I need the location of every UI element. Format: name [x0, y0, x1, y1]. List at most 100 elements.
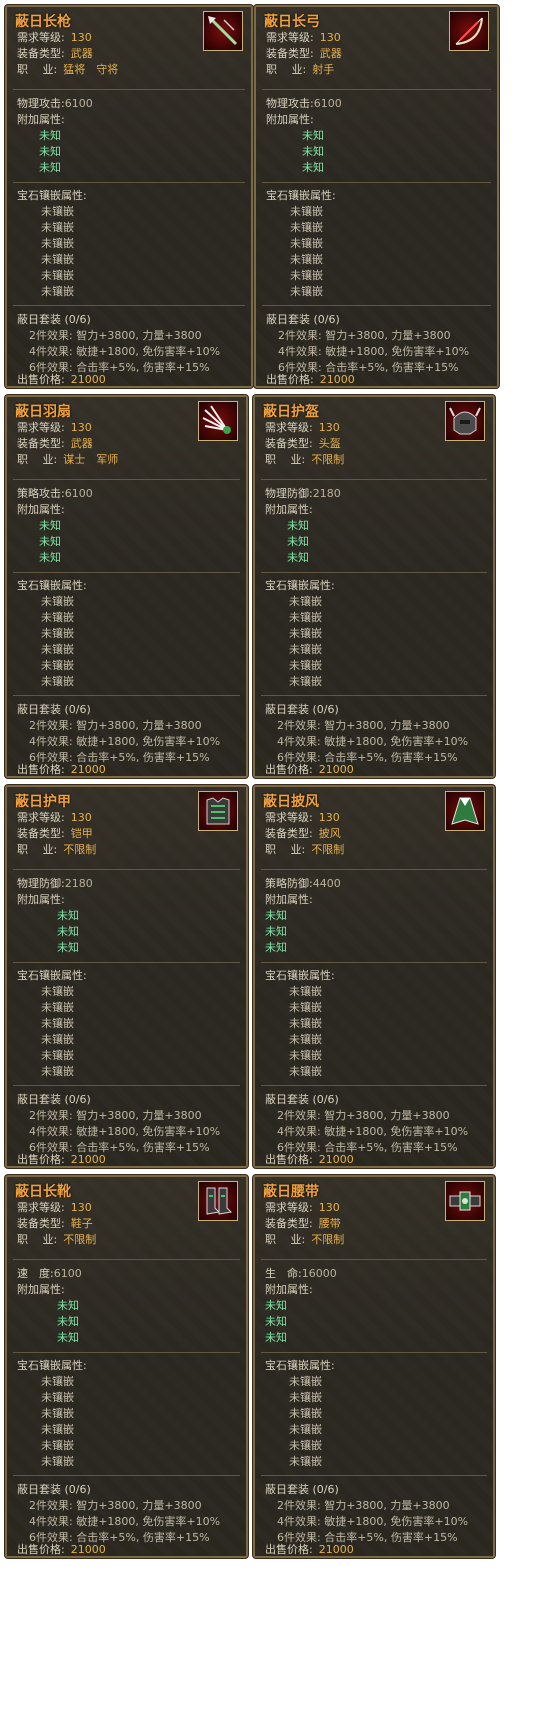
extra-attr-unknown: 未知: [265, 1331, 287, 1344]
item-card-bow[interactable]: 蔽日长弓 需求等级: 130 装备类型: 武器 职 业: 射手 物理攻击:6100 附…: [254, 5, 499, 388]
equip-type-row: 装备类型: 鞋子: [17, 1217, 93, 1230]
divider: [13, 89, 245, 90]
gem-slot: 未镶嵌: [289, 985, 322, 998]
boots-icon[interactable]: [198, 1181, 238, 1221]
price-row: 出售价格: 21000: [265, 1153, 354, 1166]
spear-icon[interactable]: [203, 11, 243, 51]
item-card-belt[interactable]: 蔽日腰带 需求等级: 130 装备类型: 腰带 职 业: 不限制 生 命:16000 …: [253, 1175, 495, 1558]
belt-icon[interactable]: [445, 1181, 485, 1221]
req-level-row: 需求等级: 130: [17, 1201, 92, 1214]
cloak-icon[interactable]: [445, 791, 485, 831]
item-card-armor[interactable]: 蔽日护甲 需求等级: 130 装备类型: 铠甲 职 业: 不限制 物理防御:2180 …: [5, 785, 248, 1168]
divider: [261, 869, 487, 870]
extra-attr-label: 附加属性:: [17, 503, 65, 516]
extra-attr-unknown: 未知: [265, 1315, 287, 1328]
gem-slot: 未镶嵌: [41, 237, 74, 250]
extra-attr-unknown: 未知: [39, 551, 61, 564]
set-name: 蔽日套装 (0/6): [17, 1483, 91, 1496]
gem-slot: 未镶嵌: [41, 1001, 74, 1014]
item-name: 蔽日护甲: [15, 794, 71, 810]
divider: [13, 962, 240, 963]
extra-attr-unknown: 未知: [265, 909, 287, 922]
job-row: 职 业: 谋士 军师: [17, 453, 119, 466]
divider: [13, 1259, 240, 1260]
set-effect-2: 2件效果: 智力+3800, 力量+3800: [29, 1499, 202, 1512]
extra-attr-label: 附加属性:: [265, 1283, 313, 1296]
gem-label: 宝石镶嵌属性:: [265, 579, 335, 592]
extra-attr-unknown: 未知: [57, 1315, 79, 1328]
gem-slot: 未镶嵌: [289, 1455, 322, 1468]
gem-slot: 未镶嵌: [41, 1423, 74, 1436]
gem-slot: 未镶嵌: [289, 1439, 322, 1452]
gem-slot: 未镶嵌: [289, 1049, 322, 1062]
set-effect-4: 4件效果: 敏捷+1800, 免伤害率+10%: [29, 735, 221, 748]
main-stat-row: 物理攻击:6100: [17, 97, 93, 110]
item-card-spear[interactable]: 蔽日长枪 需求等级: 130 装备类型: 武器 职 业: 猛将 守将 物理攻击:610…: [5, 5, 253, 388]
extra-attr-unknown: 未知: [265, 1299, 287, 1312]
set-effect-2: 2件效果: 智力+3800, 力量+3800: [29, 329, 202, 342]
gem-slot: 未镶嵌: [290, 221, 323, 234]
set-name: 蔽日套装 (0/6): [17, 313, 91, 326]
set-effect-2: 2件效果: 智力+3800, 力量+3800: [277, 719, 450, 732]
main-stat-row: 物理攻击:6100: [266, 97, 342, 110]
req-level-row: 需求等级: 130: [17, 421, 92, 434]
item-name: 蔽日护盔: [263, 404, 319, 420]
extra-attr-label: 附加属性:: [266, 113, 314, 126]
divider: [261, 1259, 487, 1260]
divider: [261, 695, 487, 696]
gem-slot: 未镶嵌: [289, 611, 322, 624]
gem-slot: 未镶嵌: [41, 611, 74, 624]
set-effect-4: 4件效果: 敏捷+1800, 免伤害率+10%: [278, 345, 470, 358]
gem-slot: 未镶嵌: [41, 659, 74, 672]
job-row: 职 业: 不限制: [265, 1233, 345, 1246]
divider: [13, 1352, 240, 1353]
gem-slot: 未镶嵌: [41, 1017, 74, 1030]
gem-slot: 未镶嵌: [289, 1065, 322, 1078]
extra-attr-unknown: 未知: [57, 1331, 79, 1344]
req-level-row: 需求等级: 130: [17, 811, 92, 824]
equip-type-row: 装备类型: 头盔: [265, 437, 341, 450]
extra-attr-unknown: 未知: [57, 909, 79, 922]
item-card-cloak[interactable]: 蔽日披风 需求等级: 130 装备类型: 披风 职 业: 不限制 策略防御:4400 …: [253, 785, 495, 1168]
gem-slot: 未镶嵌: [41, 643, 74, 656]
extra-attr-unknown: 未知: [39, 145, 61, 158]
item-card-helmet[interactable]: 蔽日护盔 需求等级: 130 装备类型: 头盔 职 业: 不限制 物理防御:2180 …: [253, 395, 495, 778]
main-stat-row: 策略攻击:6100: [17, 487, 93, 500]
equip-type-row: 装备类型: 武器: [17, 47, 93, 60]
extra-attr-label: 附加属性:: [17, 893, 65, 906]
set-effect-4: 4件效果: 敏捷+1800, 免伤害率+10%: [29, 345, 221, 358]
divider: [261, 962, 487, 963]
divider: [262, 305, 491, 306]
gem-slot: 未镶嵌: [289, 595, 322, 608]
divider: [261, 1085, 487, 1086]
set-effect-2: 2件效果: 智力+3800, 力量+3800: [29, 719, 202, 732]
item-card-boots[interactable]: 蔽日长靴 需求等级: 130 装备类型: 鞋子 职 业: 不限制 速 度:6100 附…: [5, 1175, 248, 1558]
helmet-icon[interactable]: [445, 401, 485, 441]
divider: [261, 1475, 487, 1476]
price-row: 出售价格: 21000: [17, 1153, 106, 1166]
gem-slot: 未镶嵌: [41, 1439, 74, 1452]
item-name: 蔽日长靴: [15, 1184, 71, 1200]
gem-slot: 未镶嵌: [41, 269, 74, 282]
job-row: 职 业: 不限制: [17, 1233, 97, 1246]
set-effect-2: 2件效果: 智力+3800, 力量+3800: [29, 1109, 202, 1122]
price-row: 出售价格: 21000: [17, 1543, 106, 1556]
divider: [262, 182, 491, 183]
set-effect-4: 4件效果: 敏捷+1800, 免伤害率+10%: [29, 1515, 221, 1528]
item-name: 蔽日披风: [263, 794, 319, 810]
gem-slot: 未镶嵌: [289, 675, 322, 688]
req-level-row: 需求等级: 130: [265, 1201, 340, 1214]
armor-icon[interactable]: [198, 791, 238, 831]
fan-icon[interactable]: [198, 401, 238, 441]
gem-slot: 未镶嵌: [290, 269, 323, 282]
gem-slot: 未镶嵌: [41, 985, 74, 998]
gem-label: 宝石镶嵌属性:: [265, 1359, 335, 1372]
item-card-fan[interactable]: 蔽日羽扇 需求等级: 130 装备类型: 武器 职 业: 谋士 军师 策略攻击:610…: [5, 395, 248, 778]
price-row: 出售价格: 21000: [265, 1543, 354, 1556]
bow-icon[interactable]: [449, 11, 489, 51]
gem-slot: 未镶嵌: [289, 1017, 322, 1030]
equip-type-row: 装备类型: 披风: [265, 827, 341, 840]
gem-slot: 未镶嵌: [41, 1065, 74, 1078]
item-name: 蔽日长弓: [264, 14, 320, 30]
gem-slot: 未镶嵌: [41, 595, 74, 608]
